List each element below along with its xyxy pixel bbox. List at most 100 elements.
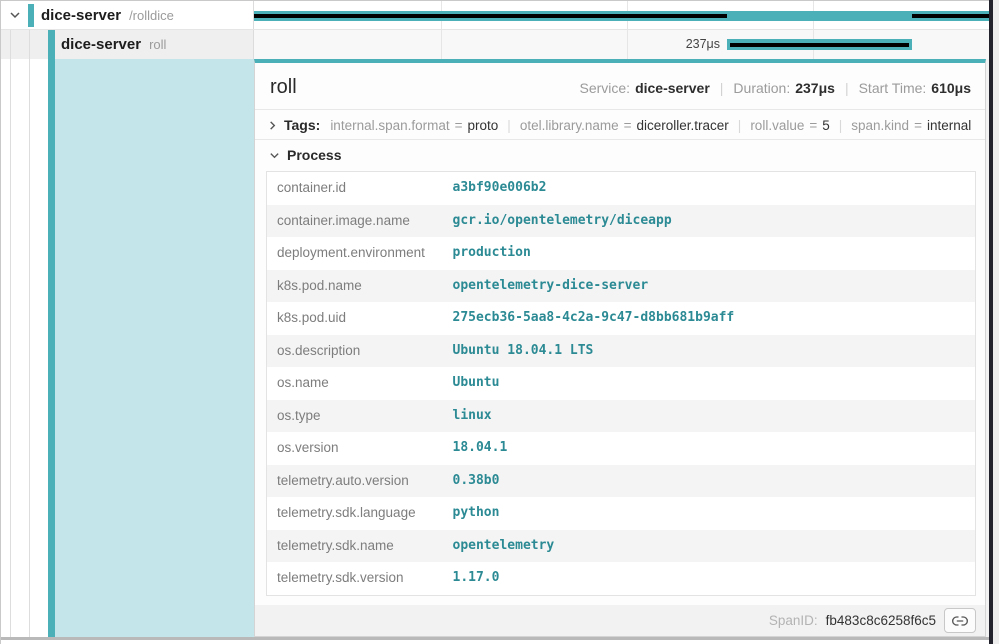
table-row: k8s.pod.uid275ecb36-5aa8-4c2a-9c47-d8bb6…: [267, 302, 976, 335]
span-timeline-roll[interactable]: 237μs: [254, 30, 989, 59]
kv-key: os.description: [267, 335, 445, 368]
span-row-rolldice[interactable]: dice-server /rolldice: [1, 1, 989, 30]
span-self-time-segment: [730, 43, 909, 47]
copy-link-button[interactable]: [944, 608, 976, 633]
span-color-bar: [28, 4, 34, 27]
meta-service-value: dice-server: [635, 80, 710, 96]
span-self-time-segment: [254, 14, 727, 18]
span-row-roll[interactable]: dice-server roll 237μs: [1, 30, 989, 59]
link-icon: [952, 614, 968, 628]
tags-section-toggle[interactable]: Tags: internal.span.format = proto | otel.…: [255, 110, 985, 139]
span-timeline-rolldice[interactable]: [254, 1, 989, 29]
table-row: container.image.namegcr.io/opentelemetry…: [267, 205, 976, 238]
table-row: os.typelinux: [267, 400, 976, 433]
kv-value: 275ecb36-5aa8-4c2a-9c47-d8bb681b9aff: [445, 302, 976, 335]
kv-value: gcr.io/opentelemetry/diceapp: [445, 205, 976, 238]
tag-item: roll.value=5: [750, 118, 829, 133]
tag-item: internal.span.format = proto: [330, 118, 498, 133]
span-detail-row: roll Service: dice-server | Duration: 23…: [1, 59, 989, 637]
kv-key: container.id: [267, 172, 445, 205]
indent-guide: [29, 30, 30, 59]
indent-guide: [10, 59, 11, 637]
table-row: deployment.environmentproduction: [267, 237, 976, 270]
meta-starttime-value: 610μs: [931, 80, 971, 96]
span-detail-card: roll Service: dice-server | Duration: 23…: [254, 59, 986, 637]
kv-key: telemetry.sdk.name: [267, 530, 445, 563]
tag-separator: |: [839, 118, 843, 133]
chevron-down-icon[interactable]: [8, 8, 22, 22]
kv-value: 18.04.1: [445, 432, 976, 465]
kv-key: container.image.name: [267, 205, 445, 238]
span-detail-header: roll Service: dice-server | Duration: 23…: [255, 63, 985, 109]
tag-value: internal: [927, 118, 971, 133]
meta-starttime-label: Start Time:: [859, 80, 927, 96]
kv-value: Ubuntu 18.04.1 LTS: [445, 335, 976, 368]
table-row: os.descriptionUbuntu 18.04.1 LTS: [267, 335, 976, 368]
kv-value: 1.17.0: [445, 562, 976, 595]
kv-key: os.type: [267, 400, 445, 433]
table-row: os.nameUbuntu: [267, 367, 976, 400]
tag-key: internal.span.format: [330, 118, 449, 133]
span-operation-name[interactable]: /rolldice: [129, 8, 174, 23]
tag-separator: |: [738, 118, 742, 133]
tag-value: diceroller.tracer: [637, 118, 729, 133]
span-service-name[interactable]: dice-server: [61, 36, 141, 53]
tag-equals: =: [455, 118, 463, 133]
span-title: roll: [270, 76, 297, 99]
span-detail-left-gutter: [1, 59, 254, 637]
table-row: telemetry.auto.version0.38b0: [267, 465, 976, 498]
kv-value: production: [445, 237, 976, 270]
kv-key: os.version: [267, 432, 445, 465]
span-name-cell-roll[interactable]: dice-server roll: [1, 30, 254, 59]
span-duration-label: 237μs: [624, 37, 720, 51]
kv-value: a3bf90e006b2: [445, 172, 976, 205]
window-frame-bottom: [1, 637, 989, 640]
meta-separator: |: [720, 80, 724, 96]
span-name-cell-rolldice[interactable]: dice-server /rolldice: [1, 1, 254, 29]
tag-key: otel.library.name: [520, 118, 619, 133]
span-color-bar: [48, 30, 55, 59]
window-frame-left: [0, 0, 1, 644]
tag-key: span.kind: [851, 118, 909, 133]
span-operation-name[interactable]: roll: [149, 37, 166, 52]
kv-key: deployment.environment: [267, 237, 445, 270]
window-frame-top: [0, 0, 999, 1]
process-section-label[interactable]: Process: [287, 147, 341, 163]
table-row: telemetry.sdk.version1.17.0: [267, 562, 976, 595]
tag-value: proto: [468, 118, 499, 133]
meta-service-label: Service:: [579, 80, 630, 96]
window-frame-right-margin: [993, 0, 999, 644]
chevron-down-icon[interactable]: [267, 148, 281, 162]
tags-section-label[interactable]: Tags:: [284, 117, 320, 133]
kv-key: k8s.pod.uid: [267, 302, 445, 335]
span-duration-bar-rolldice[interactable]: [254, 11, 989, 21]
tag-equals: =: [914, 118, 922, 133]
tag-item: otel.library.name=diceroller.tracer: [520, 118, 729, 133]
tag-value: 5: [822, 118, 830, 133]
process-section-toggle[interactable]: Process: [255, 140, 985, 169]
chevron-right-icon[interactable]: [267, 118, 278, 132]
tag-item: span.kind = internal: [851, 118, 971, 133]
kv-key: telemetry.auto.version: [267, 465, 445, 498]
table-row: os.version18.04.1: [267, 432, 976, 465]
table-row: k8s.pod.nameopentelemetry-dice-server: [267, 270, 976, 303]
kv-key: telemetry.sdk.version: [267, 562, 445, 595]
meta-duration-value: 237μs: [795, 80, 835, 96]
kv-value: linux: [445, 400, 976, 433]
kv-key: k8s.pod.name: [267, 270, 445, 303]
kv-key: telemetry.sdk.language: [267, 497, 445, 530]
span-service-name[interactable]: dice-server: [41, 7, 121, 24]
process-kv-table: container.ida3bf90e006b2 container.image…: [266, 171, 976, 596]
span-duration-bar-roll[interactable]: [727, 39, 912, 50]
span-id-footer: SpanID: fb483c8c6258f6c5: [255, 605, 985, 636]
tag-separator: |: [507, 118, 511, 133]
table-row: telemetry.sdk.nameopentelemetry: [267, 530, 976, 563]
kv-value: Ubuntu: [445, 367, 976, 400]
kv-value: 0.38b0: [445, 465, 976, 498]
tags-summary: internal.span.format = proto | otel.librar…: [330, 118, 971, 133]
indent-guide: [29, 59, 30, 637]
timeline-gridline: [441, 30, 442, 59]
kv-value: opentelemetry-dice-server: [445, 270, 976, 303]
kv-key: os.name: [267, 367, 445, 400]
meta-duration-label: Duration:: [733, 80, 790, 96]
